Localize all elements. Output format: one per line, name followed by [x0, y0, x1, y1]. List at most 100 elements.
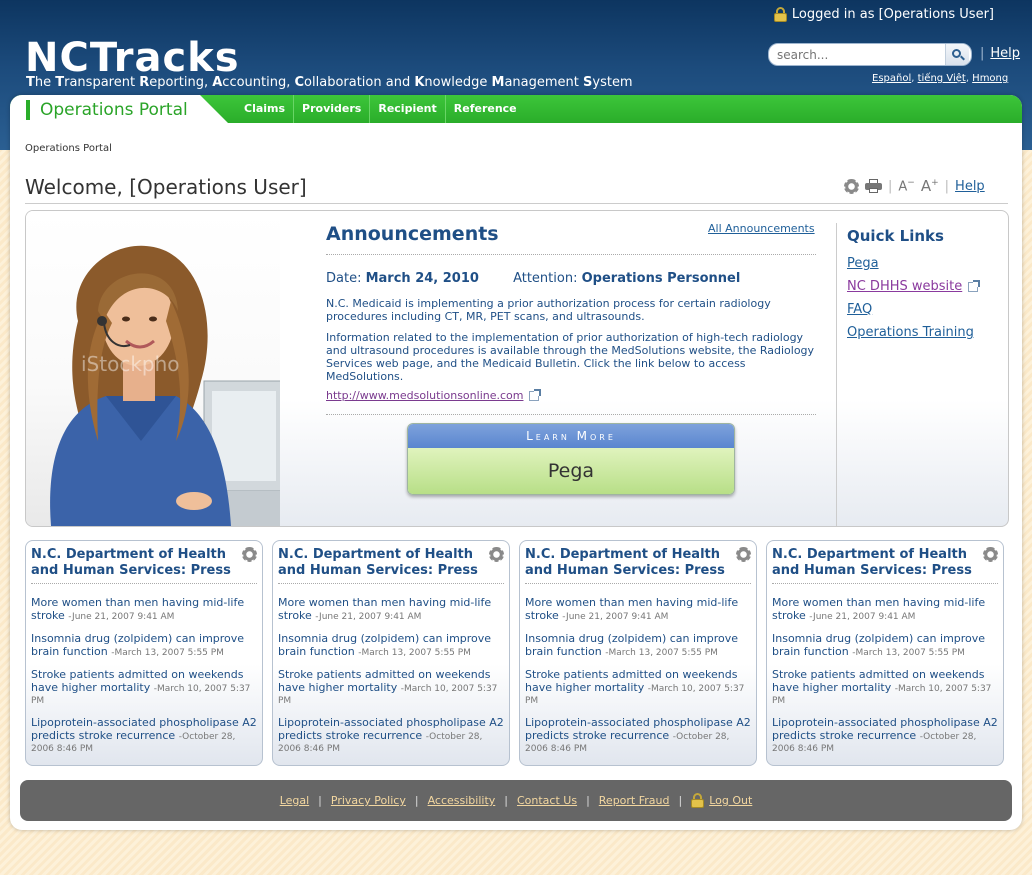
press-divider	[772, 583, 998, 584]
press-box: N.C. Department of Health and Human Serv…	[272, 540, 510, 766]
press-item-date: -March 13, 2007 5:55 PM	[605, 648, 718, 658]
press-box: N.C. Department of Health and Human Serv…	[25, 540, 263, 766]
footer-link-legal[interactable]: Legal	[280, 794, 309, 807]
press-item: Insomnia drug (zolpidem) can improve bra…	[525, 633, 753, 659]
press-heading[interactable]: N.C. Department of Health and Human Serv…	[31, 547, 236, 579]
tagline-text: nowledge	[424, 75, 492, 90]
tagline-initial: A	[212, 75, 223, 90]
footer-link-privacy-policy[interactable]: Privacy Policy	[331, 794, 406, 807]
footer-link-accessibility[interactable]: Accessibility	[428, 794, 496, 807]
language-link[interactable]: Español	[872, 73, 911, 84]
quick-link-item: FAQ	[847, 298, 978, 321]
nav-item-claims[interactable]: Claims	[236, 95, 293, 123]
press-item: Lipoprotein-associated phospholipase A2 …	[31, 717, 259, 755]
nav-item-reference[interactable]: Reference	[444, 95, 525, 123]
press-heading[interactable]: N.C. Department of Health and Human Serv…	[525, 547, 730, 579]
press-divider	[525, 583, 751, 584]
logout-group: Log Out	[691, 793, 752, 808]
quick-link-nc-dhhs[interactable]: NC DHHS website	[847, 279, 962, 294]
press-item: Lipoprotein-associated phospholipase A2 …	[772, 717, 1000, 755]
nav-item-providers[interactable]: Providers	[293, 95, 369, 123]
operator-illustration: iStockpho	[50, 245, 280, 526]
logged-in-status: Logged in as [Operations User]	[773, 7, 994, 22]
header-help: | Help	[980, 46, 1021, 61]
press-heading[interactable]: N.C. Department of Health and Human Serv…	[278, 547, 483, 579]
announcement-divider-bottom	[326, 414, 816, 415]
quick-link-item: NC DHHS website	[847, 275, 981, 298]
tagline-initial: T	[55, 75, 65, 90]
settings-gear-icon[interactable]	[489, 547, 504, 562]
quick-link-faq[interactable]: FAQ	[847, 302, 872, 317]
tagline-initial: C	[294, 75, 305, 90]
quick-link-operations-training[interactable]: Operations Training	[847, 325, 974, 340]
tagline: The Transparent Reporting, Accounting, C…	[26, 75, 633, 90]
press-item: More women than men having mid-life stro…	[31, 597, 259, 623]
announcement-meta: Date: March 24, 2010 Attention: Operatio…	[326, 271, 740, 286]
press-box: N.C. Department of Health and Human Serv…	[519, 540, 757, 766]
tagline-text: anagement	[504, 75, 583, 90]
portal-title[interactable]: Operations Portal	[40, 100, 188, 120]
press-item: Stroke patients admitted on weekends hav…	[772, 669, 1000, 707]
press-heading[interactable]: N.C. Department of Health and Human Serv…	[772, 547, 977, 579]
press-item-date: -June 21, 2007 9:41 AM	[68, 612, 175, 622]
language-link[interactable]: Hmong	[972, 73, 1008, 84]
quick-links-list: Pega NC DHHS website FAQ Operations Trai…	[847, 252, 981, 344]
quick-link-pega[interactable]: Pega	[847, 256, 879, 271]
announcement-link-row: http://www.medsolutionsonline.com	[326, 388, 542, 402]
press-item: More women than men having mid-life stro…	[525, 597, 753, 623]
tagline-text: ransparent	[64, 75, 140, 90]
content-card: Claims Providers Recipient Reference Operat…	[10, 95, 1022, 830]
date-label: Date:	[326, 271, 362, 286]
learn-more-label: Learn More	[408, 424, 734, 448]
press-item-date: -March 13, 2007 5:55 PM	[358, 648, 471, 658]
footer-link-contact-us[interactable]: Contact Us	[517, 794, 577, 807]
press-item: More women than men having mid-life stro…	[772, 597, 1000, 623]
search-input[interactable]	[769, 44, 945, 65]
press-list: More women than men having mid-life stro…	[772, 597, 1000, 765]
title-divider	[25, 203, 1008, 204]
breadcrumb[interactable]: Operations Portal	[25, 143, 112, 154]
announcements-heading: Announcements	[326, 223, 499, 245]
nav-items: Claims Providers Recipient Reference	[236, 95, 525, 123]
settings-gear-icon[interactable]	[983, 547, 998, 562]
portal-tab[interactable]: Operations Portal	[10, 95, 230, 125]
press-item: Stroke patients admitted on weekends hav…	[278, 669, 506, 707]
attention-value: Operations Personnel	[581, 271, 741, 286]
announcement-paragraph-1: N.C. Medicaid is implementing a prior au…	[326, 297, 771, 323]
learn-more-button[interactable]: Learn More Pega	[407, 423, 735, 495]
page-help-link[interactable]: Help	[955, 179, 985, 194]
press-list: More women than men having mid-life stro…	[278, 597, 506, 765]
nav-item-recipient[interactable]: Recipient	[369, 95, 444, 123]
operator-photo: iStockpho	[26, 211, 280, 526]
page-title: Welcome, [Operations User]	[25, 175, 307, 199]
press-item-date: -June 21, 2007 9:41 AM	[809, 612, 916, 622]
press-divider	[278, 583, 504, 584]
press-box: N.C. Department of Health and Human Serv…	[766, 540, 1004, 766]
settings-gear-icon[interactable]	[736, 547, 751, 562]
press-item: Lipoprotein-associated phospholipase A2 …	[278, 717, 506, 755]
watermark-text: iStockpho	[81, 352, 180, 376]
external-link-icon	[968, 279, 981, 292]
print-icon[interactable]	[865, 179, 882, 193]
all-announcements-link[interactable]: All Announcements	[708, 222, 815, 235]
lock-icon	[773, 7, 787, 22]
press-divider	[31, 583, 257, 584]
logout-link[interactable]: Log Out	[709, 794, 752, 807]
learn-more-target: Pega	[408, 448, 734, 494]
search-box	[768, 43, 972, 66]
language-link[interactable]: tiếng Việt	[918, 73, 966, 84]
search-button[interactable]	[945, 44, 969, 65]
tagline-initial: S	[583, 75, 593, 90]
footer-link-report-fraud[interactable]: Report Fraud	[599, 794, 670, 807]
external-link-icon	[529, 388, 542, 401]
settings-gear-icon[interactable]	[844, 178, 859, 194]
font-decrease-button[interactable]: A−	[898, 178, 914, 194]
quick-links-divider	[836, 223, 837, 526]
settings-gear-icon[interactable]	[242, 547, 257, 562]
medsolutions-link[interactable]: http://www.medsolutionsonline.com	[326, 389, 523, 402]
tagline-initial: M	[491, 75, 505, 90]
press-item: Stroke patients admitted on weekends hav…	[31, 669, 259, 707]
font-increase-button[interactable]: A+	[921, 177, 939, 195]
tagline-initial: K	[414, 75, 425, 90]
help-link[interactable]: Help	[990, 46, 1020, 61]
